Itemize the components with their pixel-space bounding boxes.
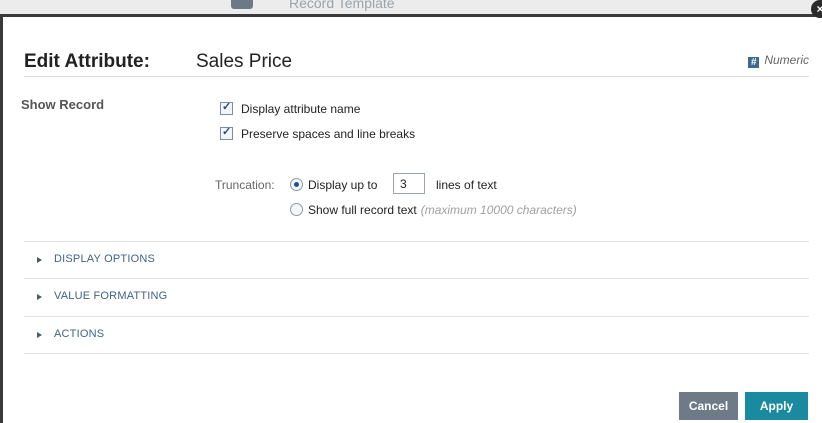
apply-button[interactable]: Apply	[745, 392, 808, 420]
attribute-name-title: Sales Price	[196, 51, 293, 72]
radio-unselected-icon[interactable]	[290, 203, 303, 216]
dialog-title-prefix: Edit Attribute:	[24, 51, 150, 72]
edit-attribute-dialog: Edit Attribute: Sales Price # Numeric Sho…	[3, 17, 822, 423]
background-template-icon	[231, 0, 253, 9]
checkbox-checked-icon[interactable]	[220, 100, 233, 115]
max-characters-hint: (maximum 10000 characters)	[420, 203, 577, 217]
close-icon[interactable]: ×	[811, 0, 822, 18]
expand-arrow-icon	[37, 294, 42, 300]
display-options-label: DISPLAY OPTIONS	[54, 253, 156, 265]
display-up-to-radio-option[interactable]: Display up to	[290, 178, 377, 192]
lines-of-text-suffix: lines of text	[436, 178, 497, 192]
preserve-spaces-label: Preserve spaces and line breaks	[241, 127, 416, 141]
show-record-label: Show Record	[21, 97, 105, 112]
radio-selected-icon[interactable]	[290, 178, 303, 191]
value-formatting-section-toggle[interactable]: VALUE FORMATTING	[24, 279, 809, 315]
value-formatting-label: VALUE FORMATTING	[54, 290, 168, 302]
cancel-button[interactable]: Cancel	[679, 392, 738, 420]
actions-section-toggle[interactable]: ACTIONS	[24, 317, 809, 353]
expand-arrow-icon	[37, 332, 42, 338]
display-attribute-name-label: Display attribute name	[241, 102, 361, 116]
display-options-section-toggle[interactable]: DISPLAY OPTIONS	[24, 242, 809, 278]
actions-label: ACTIONS	[54, 328, 105, 340]
dialog-top-border	[0, 14, 816, 17]
numeric-type-icon: #	[748, 57, 760, 68]
section-divider	[24, 353, 809, 354]
dialog-left-border	[0, 16, 3, 423]
display-up-to-label: Display up to	[308, 178, 378, 192]
dialog-header: Edit Attribute: Sales Price # Numeric	[24, 44, 809, 77]
attribute-type-badge: # Numeric	[748, 53, 809, 68]
show-full-record-radio-option[interactable]: Show full record text (maximum 10000 char…	[290, 203, 577, 217]
show-full-record-label: Show full record text	[308, 203, 417, 217]
expand-arrow-icon	[37, 257, 42, 263]
display-attribute-name-checkbox[interactable]: Display attribute name	[220, 100, 361, 116]
attribute-type-label: Numeric	[764, 53, 809, 67]
checkbox-checked-icon[interactable]	[220, 125, 233, 140]
lines-of-text-input[interactable]	[393, 173, 425, 194]
background-record-template-label: Record Template	[289, 0, 395, 11]
preserve-spaces-checkbox[interactable]: Preserve spaces and line breaks	[220, 125, 416, 141]
truncation-label: Truncation:	[215, 178, 275, 192]
